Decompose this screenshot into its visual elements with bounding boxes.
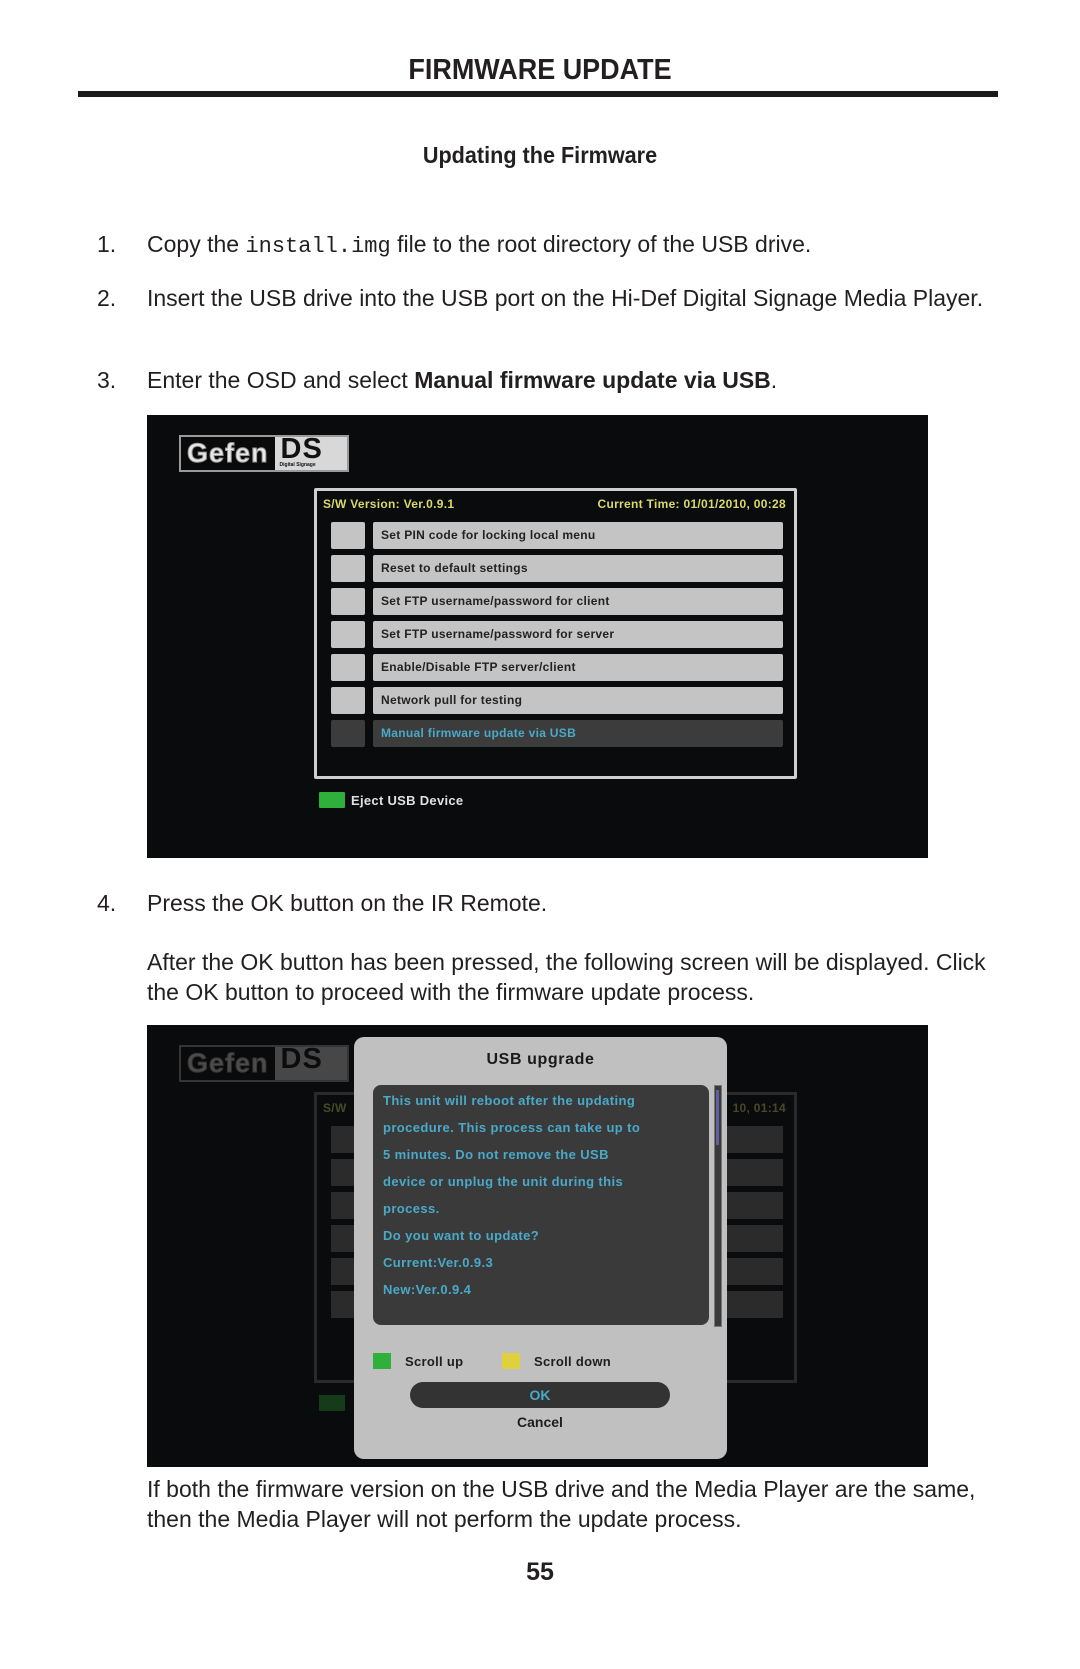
scroll-up-hint[interactable]: Scroll up <box>373 1353 463 1369</box>
menu-item-key <box>331 588 365 615</box>
message-line: Do you want to update? <box>383 1228 540 1243</box>
menu-item[interactable]: Enable/Disable FTP server/client <box>331 654 783 681</box>
menu-item[interactable]: Set FTP username/password for client <box>331 588 783 615</box>
step-text-post: . <box>770 367 778 393</box>
step-text: Enter the OSD and select Manual firmware… <box>147 365 997 395</box>
message-line: procedure. This process can take up to <box>383 1120 641 1135</box>
message-line: process. <box>383 1201 440 1216</box>
message-line: This unit will reboot after the updating <box>383 1093 636 1108</box>
yellow-key-icon <box>502 1353 520 1369</box>
after-ok-paragraph: After the OK button has been pressed, th… <box>147 949 986 1005</box>
step-text: Press the OK button on the IR Remote. <box>147 890 548 916</box>
menu-item[interactable]: Set FTP username/password for server <box>331 621 783 648</box>
green-key-icon <box>319 792 345 808</box>
step-text-pre: Enter the OSD and select <box>147 367 415 393</box>
step-text: Insert the USB drive into the USB port o… <box>147 285 984 311</box>
step-text-post: file to the root directory of the USB dr… <box>390 231 812 257</box>
menu-option-name: Manual firmware update via USB <box>414 367 771 393</box>
cancel-button[interactable]: Cancel <box>410 1414 670 1430</box>
dialog-message-panel: This unit will reboot after the updating… <box>373 1085 709 1325</box>
menu-item-key <box>331 621 365 648</box>
message-line: device or unplug the unit during this <box>383 1174 624 1189</box>
menu-item-selected[interactable]: Manual firmware update via USB <box>331 720 783 747</box>
section-subtitle: Updating the Firmware <box>422 142 658 168</box>
menu-item[interactable]: Set PIN code for locking local menu <box>331 522 783 549</box>
eject-usb-hint[interactable]: Eject USB Device <box>319 792 463 808</box>
page-title: FIRMWARE UPDATE <box>408 54 672 86</box>
menu-item[interactable]: Reset to default settings <box>331 555 783 582</box>
osd-menu-box: S/W Version: Ver.0.9.1 Current Time: 01/… <box>314 488 797 779</box>
osd-menu-screenshot: Gefen DS Digital Signage S/W Version: Ve… <box>147 415 928 858</box>
dimmed-sw: S/W <box>323 1101 347 1115</box>
page-number: 55 <box>526 1558 554 1586</box>
menu-item-label: Enable/Disable FTP server/client <box>373 654 783 681</box>
dimmed-time: 10, 01:14 <box>732 1101 786 1115</box>
scrollbar-thumb[interactable] <box>716 1090 719 1145</box>
logo-ds: DS <box>274 1043 347 1080</box>
closing-paragraph: If both the firmware version on the USB … <box>147 1476 976 1532</box>
new-version: New:Ver.0.9.4 <box>383 1282 472 1297</box>
logo-tagline: Digital Signage <box>279 462 316 468</box>
gefen-ds-logo: Gefen DS <box>179 1043 349 1082</box>
current-version: Current:Ver.0.9.3 <box>383 1255 494 1270</box>
gefen-ds-logo: Gefen DS Digital Signage <box>179 433 349 472</box>
dialog-title: USB upgrade <box>486 1051 595 1068</box>
menu-item-key <box>331 522 365 549</box>
step-number: 2. <box>97 285 117 311</box>
menu-item-label: Set FTP username/password for server <box>373 621 783 648</box>
menu-item-key <box>331 720 365 747</box>
step-number: 3. <box>97 367 117 393</box>
menu-item-key <box>331 555 365 582</box>
green-key-icon <box>373 1353 391 1369</box>
menu-item-label: Set PIN code for locking local menu <box>373 522 783 549</box>
logo-gefen: Gefen <box>181 1047 275 1080</box>
eject-label: Eject USB Device <box>351 792 464 808</box>
scroll-up-label: Scroll up <box>405 1353 464 1369</box>
dimmed-green-key <box>319 1395 345 1411</box>
logo-gefen: Gefen <box>181 437 275 470</box>
menu-item-label: Set FTP username/password for client <box>373 588 783 615</box>
step-number: 1. <box>97 231 117 257</box>
filename-code: install.img <box>245 234 391 259</box>
message-line: 5 minutes. Do not remove the USB <box>383 1147 609 1162</box>
usb-upgrade-dialog: USB upgrade This unit will reboot after … <box>354 1037 727 1459</box>
menu-item[interactable]: Network pull for testing <box>331 687 783 714</box>
menu-item-label: Network pull for testing <box>373 687 783 714</box>
dialog-scrollbar[interactable] <box>714 1085 722 1327</box>
current-time: Current Time: 01/01/2010, 00:28 <box>597 497 786 511</box>
step-text-pre: Copy the <box>147 231 246 257</box>
menu-item-label: Manual firmware update via USB <box>373 720 783 747</box>
menu-item-label: Reset to default settings <box>373 555 783 582</box>
title-rule <box>78 91 998 97</box>
scroll-down-label: Scroll down <box>534 1353 611 1369</box>
scroll-down-hint[interactable]: Scroll down <box>502 1353 611 1369</box>
menu-item-key <box>331 687 365 714</box>
step-text: Copy the install.img file to the root di… <box>147 229 997 262</box>
ok-button[interactable]: OK <box>410 1382 670 1408</box>
logo-ds-text: DS <box>280 1043 323 1075</box>
menu-item-key <box>331 654 365 681</box>
logo-ds: DS Digital Signage <box>274 433 347 470</box>
usb-upgrade-screenshot: Gefen DS S/W 10, 01:14 USB upgrade This … <box>147 1025 928 1467</box>
sw-version: S/W Version: Ver.0.9.1 <box>323 497 455 511</box>
step-number: 4. <box>97 890 117 916</box>
